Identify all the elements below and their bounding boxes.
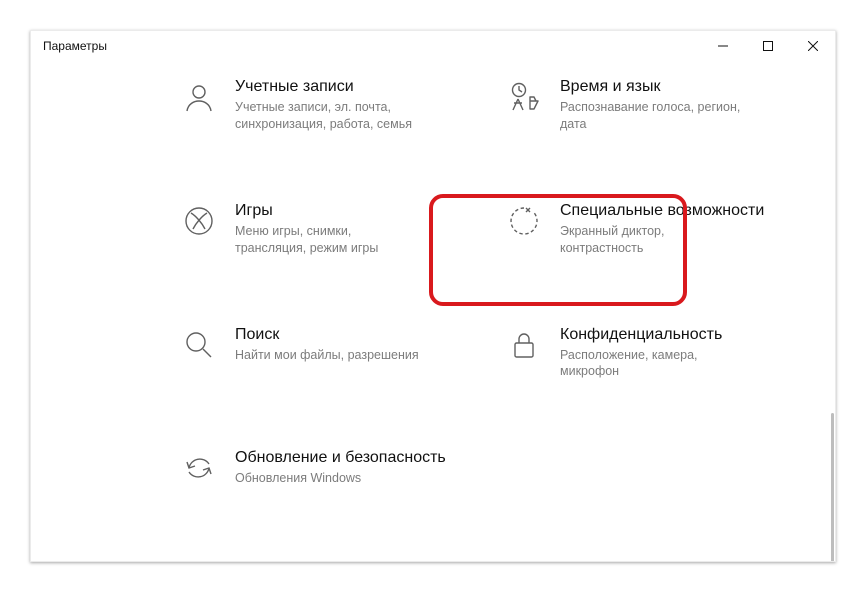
category-title: Игры [235, 201, 425, 221]
settings-content: Учетные записи Учетные записи, эл. почта… [31, 61, 835, 561]
lock-icon [506, 327, 542, 363]
xbox-icon [181, 203, 217, 239]
category-desc: Обновления Windows [235, 470, 425, 487]
category-title: Учетные записи [235, 77, 425, 97]
category-title: Конфиденциальность [560, 325, 750, 345]
category-desc: Меню игры, снимки, трансляция, режим игр… [235, 223, 425, 257]
category-title: Поиск [235, 325, 419, 345]
settings-window: Параметры Учетные записи Учетные записи,… [30, 30, 836, 562]
time-language-icon [506, 79, 542, 115]
category-title: Время и язык [560, 77, 750, 97]
maximize-button[interactable] [745, 31, 790, 61]
scrollbar[interactable] [827, 113, 835, 543]
category-desc: Распознавание голоса, регион, дата [560, 99, 750, 133]
scrollbar-thumb[interactable] [831, 413, 834, 561]
category-privacy[interactable]: Конфиденциальность Расположение, камера,… [506, 319, 801, 387]
category-update-security[interactable]: Обновление и безопасность Обновления Win… [181, 442, 476, 493]
category-search[interactable]: Поиск Найти мои файлы, разрешения [181, 319, 476, 387]
category-accounts[interactable]: Учетные записи Учетные записи, эл. почта… [181, 71, 476, 139]
close-button[interactable] [790, 31, 835, 61]
person-icon [181, 79, 217, 115]
window-title: Параметры [43, 39, 107, 53]
search-icon [181, 327, 217, 363]
category-title: Специальные возможности [560, 201, 764, 221]
titlebar: Параметры [31, 31, 835, 61]
category-title: Обновление и безопасность [235, 448, 446, 468]
ease-of-access-icon [506, 203, 542, 239]
category-desc: Найти мои файлы, разрешения [235, 347, 419, 364]
category-time-language[interactable]: Время и язык Распознавание голоса, регио… [506, 71, 801, 139]
minimize-button[interactable] [700, 31, 745, 61]
update-icon [181, 450, 217, 486]
category-ease-of-access[interactable]: Специальные возможности Экранный диктор,… [506, 195, 801, 263]
category-desc: Расположение, камера, микрофон [560, 347, 750, 381]
category-desc: Экранный диктор, контрастность [560, 223, 750, 257]
category-gaming[interactable]: Игры Меню игры, снимки, трансляция, режи… [181, 195, 476, 263]
category-desc: Учетные записи, эл. почта, синхронизация… [235, 99, 425, 133]
